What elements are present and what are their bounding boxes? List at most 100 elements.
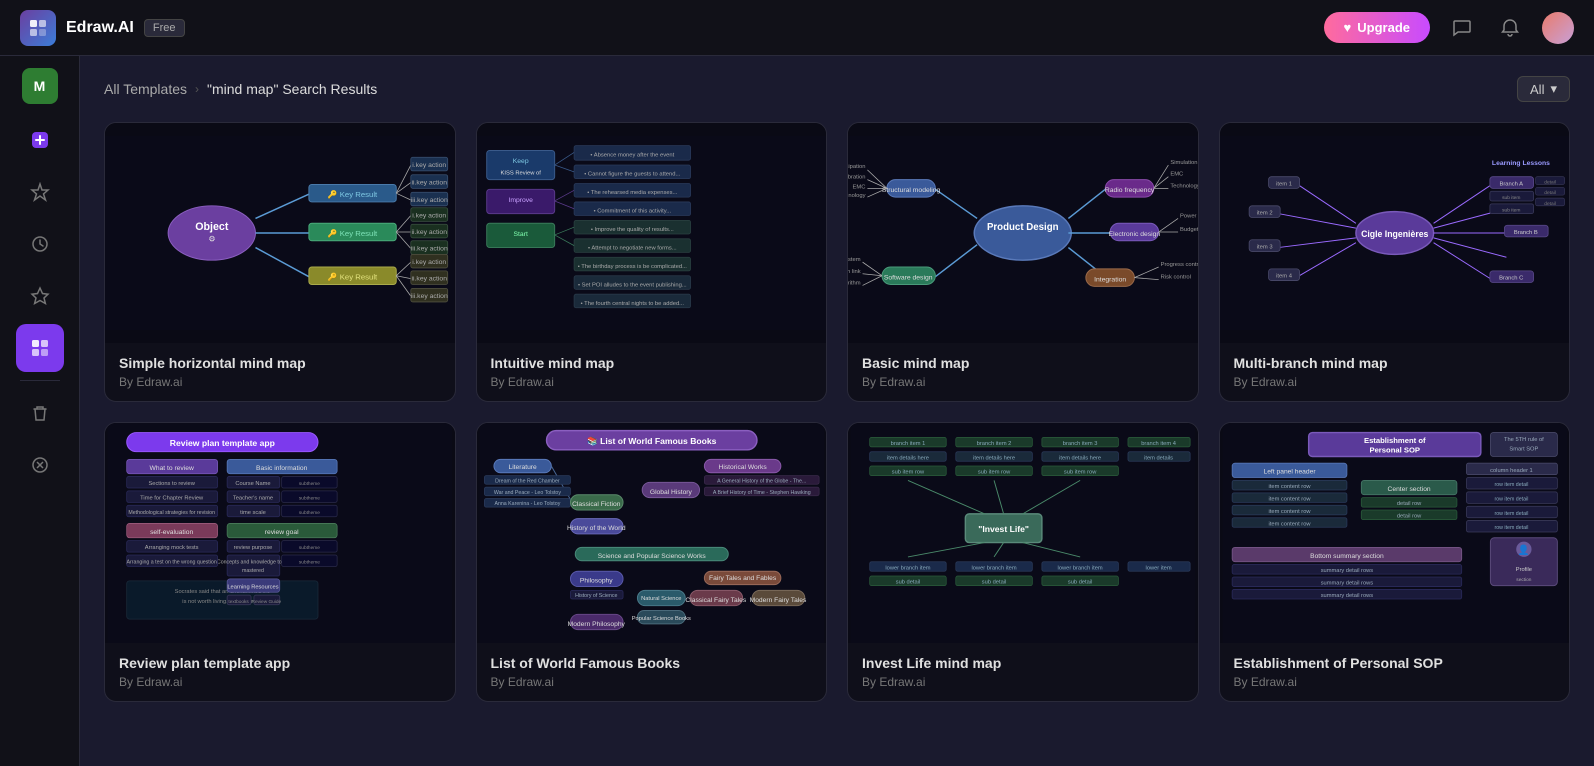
svg-text:branch item 1: branch item 1: [891, 441, 926, 447]
breadcrumb-root[interactable]: All Templates: [104, 81, 187, 97]
svg-text:EMC: EMC: [853, 184, 866, 190]
svg-text:👤: 👤: [1517, 544, 1529, 556]
svg-text:sub item row: sub item row: [1064, 470, 1097, 476]
upgrade-button[interactable]: ♥ Upgrade: [1324, 12, 1430, 43]
template-card-review-plan[interactable]: Review plan template app What to review …: [104, 422, 456, 702]
svg-text:section: section: [1516, 577, 1531, 583]
sidebar-item-trash[interactable]: [16, 389, 64, 437]
svg-text:Power supply: Power supply: [1180, 213, 1197, 219]
svg-text:item 2: item 2: [1256, 211, 1272, 217]
svg-text:Dream of the Red Chamber: Dream of the Red Chamber: [495, 478, 560, 484]
svg-text:Literature: Literature: [508, 464, 537, 471]
sidebar-item-delete[interactable]: [16, 441, 64, 489]
svg-text:sub item row: sub item row: [892, 470, 925, 476]
svg-text:detail row: detail row: [1396, 514, 1421, 520]
svg-text:Progress control: Progress control: [1161, 262, 1198, 268]
svg-text:• The fourth central nights to: • The fourth central nights to be added.…: [580, 301, 684, 307]
svg-text:Vibration: Vibration: [848, 175, 865, 181]
template-card-basic[interactable]: Product Design Structural modeling Heat …: [847, 122, 1199, 402]
sidebar-item-ai[interactable]: [16, 168, 64, 216]
svg-text:Personal SOP: Personal SOP: [1369, 446, 1420, 455]
template-title-6: List of World Famous Books: [491, 655, 813, 671]
template-info-5: Review plan template app By Edraw.ai: [105, 643, 455, 701]
svg-text:branch item 3: branch item 3: [1063, 441, 1098, 447]
svg-text:A General History of the Globe: A General History of the Globe - The...: [717, 478, 806, 484]
template-info-1: Simple horizontal mind map By Edraw.ai: [105, 343, 455, 401]
svg-text:🔑 Key Result: 🔑 Key Result: [328, 189, 378, 199]
svg-text:Natural Science: Natural Science: [641, 596, 681, 602]
svg-text:detail: detail: [1544, 201, 1556, 207]
svg-text:Arranging a test on the wrong: Arranging a test on the wrong question: [127, 560, 217, 566]
sidebar-item-workspace[interactable]: M: [22, 68, 58, 104]
template-title-5: Review plan template app: [119, 655, 441, 671]
svg-text:Budget control: Budget control: [1180, 227, 1197, 233]
template-card-world-books[interactable]: 📚 List of World Famous Books Literature …: [476, 422, 828, 702]
svg-text:Science and Popular Science Wo: Science and Popular Science Works: [597, 553, 706, 560]
template-card-intuitive[interactable]: Keep KISS Review of Improve Start • Abse…: [476, 122, 828, 402]
svg-text:Branch C: Branch C: [1499, 276, 1523, 282]
template-preview-invest-life: "Invest Life" branch item 1 branch item …: [848, 423, 1198, 643]
svg-text:Communication link: Communication link: [848, 269, 861, 275]
sidebar-item-starred[interactable]: [16, 272, 64, 320]
template-card-multi-branch[interactable]: Cigle Ingenières item 1 item 2 ite: [1219, 122, 1571, 402]
svg-text:History of the World: History of the World: [566, 525, 625, 532]
template-preview-review-plan: Review plan template app What to review …: [105, 423, 455, 643]
svg-text:subtheme: subtheme: [299, 545, 320, 551]
app-name: Edraw.AI: [66, 19, 134, 37]
content-area: All Templates › "mind map" Search Result…: [80, 56, 1594, 766]
template-grid: Object ⚙ 🔑 Key Result i.key action ii.ke…: [104, 122, 1570, 702]
svg-text:summary detail rows: summary detail rows: [1320, 593, 1373, 599]
svg-text:sub detail: sub detail: [982, 580, 1006, 586]
svg-text:ii.key action: ii.key action: [412, 229, 448, 236]
filter-dropdown[interactable]: All ▾: [1517, 76, 1570, 102]
sidebar-item-templates[interactable]: [16, 324, 64, 372]
svg-text:• Attempt to negotiate new for: • Attempt to negotiate new forms...: [588, 246, 677, 252]
svg-text:Time for Chapter Review: Time for Chapter Review: [140, 496, 204, 502]
svg-text:Object: Object: [195, 221, 229, 233]
template-author-7: By Edraw.ai: [862, 675, 1184, 689]
svg-text:item 4: item 4: [1276, 274, 1293, 280]
svg-text:History of Science: History of Science: [575, 593, 617, 599]
notifications-icon[interactable]: [1494, 12, 1526, 44]
svg-text:iii.key action: iii.key action: [411, 197, 448, 204]
svg-text:Arranging mock tests: Arranging mock tests: [145, 545, 199, 551]
svg-text:Integration: Integration: [1094, 277, 1126, 284]
svg-text:item 3: item 3: [1256, 245, 1272, 251]
chevron-down-icon: ▾: [1550, 81, 1557, 97]
svg-text:subtheme: subtheme: [299, 481, 320, 487]
sidebar-item-create[interactable]: [16, 116, 64, 164]
svg-text:detail row: detail row: [1396, 501, 1421, 507]
svg-text:column header 1: column header 1: [1490, 468, 1533, 474]
sidebar: M: [0, 56, 80, 766]
svg-text:item details: item details: [1144, 455, 1173, 461]
svg-text:Modern Philosophy: Modern Philosophy: [567, 621, 625, 628]
svg-text:item details here: item details here: [887, 455, 929, 461]
template-author-6: By Edraw.ai: [491, 675, 813, 689]
template-card-invest-life[interactable]: "Invest Life" branch item 1 branch item …: [847, 422, 1199, 702]
template-card-simple-horizontal[interactable]: Object ⚙ 🔑 Key Result i.key action ii.ke…: [104, 122, 456, 402]
svg-text:sub item: sub item: [1502, 195, 1520, 201]
sidebar-item-recent[interactable]: [16, 220, 64, 268]
template-info-3: Basic mind map By Edraw.ai: [848, 343, 1198, 401]
svg-text:🔑 Key Result: 🔑 Key Result: [328, 272, 378, 282]
svg-text:• The birthday process is be c: • The birthday process is be complicated…: [577, 264, 687, 270]
messages-icon[interactable]: [1446, 12, 1478, 44]
svg-text:textbooks: textbooks: [228, 599, 249, 605]
svg-text:item 1: item 1: [1276, 181, 1292, 187]
svg-text:lower branch item: lower branch item: [885, 565, 930, 571]
navbar: Edraw.AI Free ♥ Upgrade: [0, 0, 1594, 56]
svg-text:lower branch item: lower branch item: [1058, 565, 1103, 571]
svg-text:subtheme: subtheme: [299, 496, 320, 502]
avatar[interactable]: [1542, 12, 1574, 44]
svg-text:item content row: item content row: [1268, 496, 1311, 502]
svg-text:lower item: lower item: [1146, 565, 1172, 571]
svg-text:self-evaluation: self-evaluation: [150, 529, 193, 536]
svg-text:row item detail: row item detail: [1494, 496, 1528, 502]
svg-text:sub detail: sub detail: [1068, 580, 1092, 586]
breadcrumb-separator: ›: [195, 82, 199, 96]
svg-text:"Invest Life": "Invest Life": [978, 524, 1029, 534]
svg-text:Left panel header: Left panel header: [1263, 469, 1316, 476]
template-card-personal-sop[interactable]: Establishment of Personal SOP The 5TH ru…: [1219, 422, 1571, 702]
template-author-2: By Edraw.ai: [491, 375, 813, 389]
template-preview-multi-branch: Cigle Ingenières item 1 item 2 ite: [1220, 123, 1570, 343]
